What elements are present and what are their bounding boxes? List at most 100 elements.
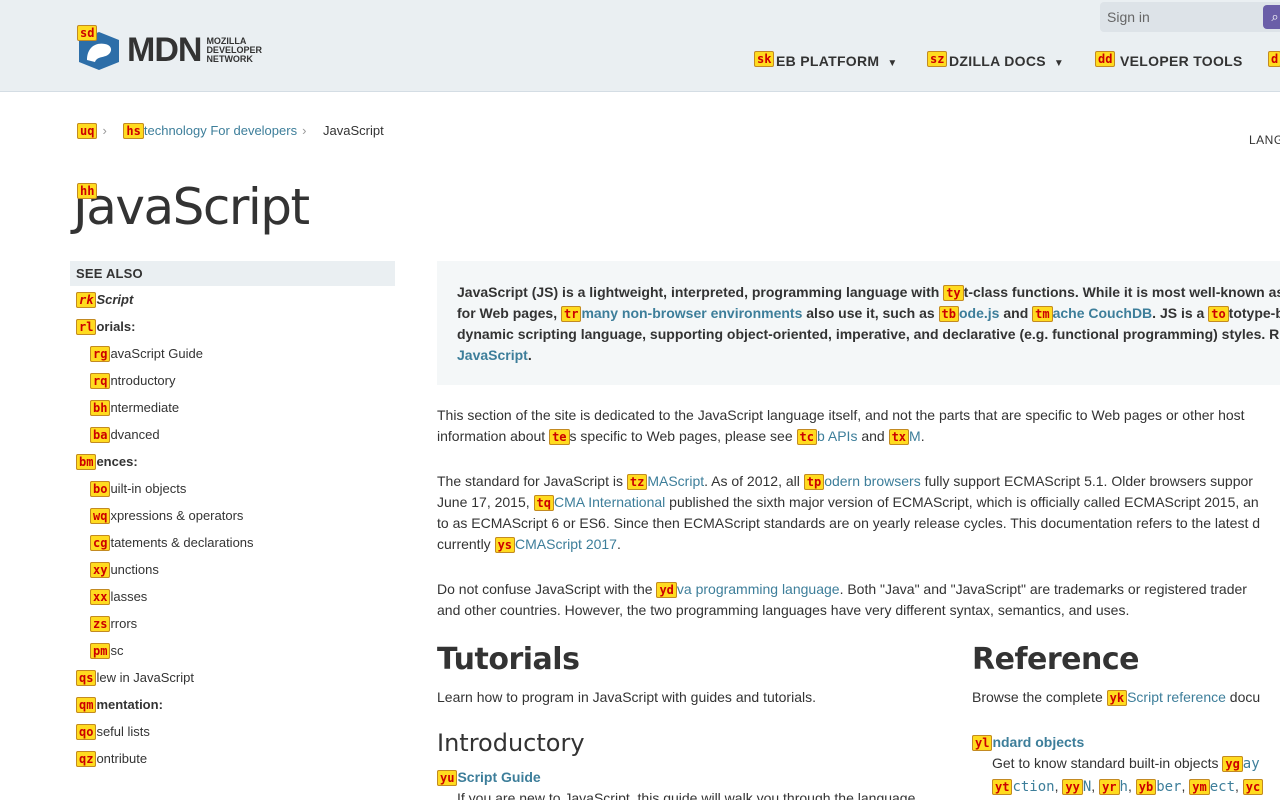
link-hint: rl xyxy=(76,319,97,335)
sidebar-item[interactable]: wq xpressions & operators xyxy=(76,502,395,529)
sidebar-item[interactable]: rk Script xyxy=(76,286,395,313)
link-hint[interactable]: ty xyxy=(943,285,964,301)
sidebar-item[interactable]: rg avaScript Guide xyxy=(76,340,395,367)
sidebar-item[interactable]: bh ntermediate xyxy=(76,394,395,421)
link-javascript-guide[interactable]: Script Guide xyxy=(457,769,540,785)
introductory-heading: Introductory xyxy=(437,729,585,757)
link-hint: qm xyxy=(76,697,97,713)
language-selector[interactable]: LANG xyxy=(1249,133,1280,147)
link-hint: bm xyxy=(76,454,97,470)
link-hint: ys xyxy=(494,537,516,553)
sidebar-item-label: uilt-in objects xyxy=(110,481,187,496)
sidebar-item[interactable]: cg tatements & declarations xyxy=(76,529,395,556)
link-standard-objects[interactable]: ndard objects xyxy=(992,734,1084,750)
reference-object-link[interactable]: h xyxy=(1120,779,1128,795)
nav-mozilla-docs[interactable]: DZILLA DOCS ▼ xyxy=(949,53,1064,69)
sidebar-item-label: ntermediate xyxy=(110,400,180,415)
sidebar-item-label: dvanced xyxy=(110,427,160,442)
link-hint: dd xyxy=(1095,51,1116,67)
link-hint: yu xyxy=(437,770,458,786)
sidebar-item-label: xpressions & operators xyxy=(110,508,244,523)
link-hint: zs xyxy=(90,616,111,632)
reference-heading: Reference xyxy=(972,642,1139,677)
reference-description: Browse the complete yk Script reference d… xyxy=(972,689,1261,706)
sidebar-item-label: rrors xyxy=(110,616,138,631)
link-hint: to xyxy=(1208,306,1229,322)
link-non-browser[interactable]: many non-browser environments xyxy=(581,305,802,321)
link-ecma-international[interactable]: CMA International xyxy=(554,494,665,510)
link-hint: hs xyxy=(123,123,144,139)
intro-paragraph: This section of the site is dedicated to… xyxy=(437,407,1245,445)
sidebar-item-label: lasses xyxy=(110,589,148,604)
link-hint: pm xyxy=(90,643,111,659)
link-hint: sz xyxy=(927,51,948,67)
link-web-apis[interactable]: b APIs xyxy=(817,428,857,444)
link-ecmascript-2017[interactable]: CMAScript 2017 xyxy=(515,536,617,552)
link-modern-browsers[interactable]: odern browsers xyxy=(824,473,921,489)
guide-link-row: yu Script Guide xyxy=(437,767,541,788)
reference-object-link[interactable]: ect xyxy=(1210,779,1235,795)
sidebar-item-label: sc xyxy=(110,643,124,658)
sidebar-list: rk Script rl orials: rg avaScript Guide rq ntro… xyxy=(70,286,395,772)
sidebar-item[interactable]: qz ontribute xyxy=(76,745,395,772)
link-nodejs[interactable]: ode.js xyxy=(959,305,999,321)
sidebar-item[interactable]: rq ntroductory xyxy=(76,367,395,394)
sidebar-item[interactable]: qo seful lists xyxy=(76,718,395,745)
link-dom[interactable]: M xyxy=(909,428,921,444)
breadcrumb-link[interactable]: technology For developers xyxy=(144,123,297,138)
link-hint[interactable]: uq xyxy=(77,123,98,139)
link-hint: yg xyxy=(1222,756,1243,772)
search-icon[interactable]: ⌕ xyxy=(1263,5,1280,29)
nav-developer-tools[interactable]: VELOPER TOOLS xyxy=(1120,53,1243,69)
reference-object-link[interactable]: ber xyxy=(1156,779,1181,795)
link-hint: qz xyxy=(76,751,97,767)
link-hint: ym xyxy=(1189,779,1210,795)
link-ecmascript[interactable]: MAScript xyxy=(647,473,704,489)
search-input[interactable]: Sign in xyxy=(1100,2,1280,32)
sidebar-item[interactable]: bo uilt-in objects xyxy=(76,475,395,502)
sidebar-item[interactable]: xx lasses xyxy=(76,583,395,610)
link-hint: yt xyxy=(992,779,1013,795)
link-hint: wq xyxy=(90,508,111,524)
link-hint: d xyxy=(1268,51,1280,67)
sidebar-item-label: mentation: xyxy=(96,697,163,712)
link-hint: tq xyxy=(533,495,554,511)
link-hint: yb xyxy=(1135,779,1157,795)
sidebar-item[interactable]: rl orials: xyxy=(76,313,395,340)
link-hint: qo xyxy=(76,724,97,740)
sidebar-item[interactable]: xy unctions xyxy=(76,556,395,583)
sidebar-item[interactable]: zs rrors xyxy=(76,610,395,637)
sidebar-item[interactable]: pm sc xyxy=(76,637,395,664)
reference-object-link[interactable]: N xyxy=(1083,779,1091,795)
sidebar-item[interactable]: qm mentation: xyxy=(76,691,395,718)
link-hint: tb xyxy=(938,306,959,322)
mdn-logo[interactable]: MDN MOZILLA DEVELOPER NETWORK xyxy=(77,30,262,70)
link-hint: tc xyxy=(796,429,817,445)
link-javascript[interactable]: JavaScript xyxy=(457,347,528,363)
sidebar-item[interactable]: qs lew in JavaScript xyxy=(76,664,395,691)
link-hint: rk xyxy=(76,292,97,308)
sidebar-item[interactable]: bm ences: xyxy=(76,448,395,475)
link-hint: tz xyxy=(626,474,648,490)
link-hint: bh xyxy=(90,400,111,416)
nav-web-platform[interactable]: EB PLATFORM ▼ xyxy=(776,53,898,69)
link-hint: qs xyxy=(76,670,97,686)
link-hint: rq xyxy=(90,373,111,389)
sidebar-item-label: unctions xyxy=(110,562,159,577)
link-java[interactable]: va programming language xyxy=(677,581,840,597)
link-array[interactable]: ay xyxy=(1243,756,1260,772)
link-hint: hh xyxy=(77,183,98,199)
link-hint[interactable]: te xyxy=(549,429,570,445)
logo-wordmark: MDN xyxy=(127,30,202,69)
search-placeholder: Sign in xyxy=(1107,9,1150,25)
link-hint: tm xyxy=(1032,306,1053,322)
standard-paragraph: The standard for JavaScript is tz MAScrip… xyxy=(437,473,1261,553)
link-hint: ba xyxy=(90,427,111,443)
link-couchdb[interactable]: ache CouchDB xyxy=(1053,305,1153,321)
reference-object-link[interactable]: ction xyxy=(1012,779,1054,795)
link-hint: tr xyxy=(560,306,582,322)
link-hint: rg xyxy=(90,346,111,362)
sidebar-item-label: ntroductory xyxy=(110,373,176,388)
sidebar-item[interactable]: ba dvanced xyxy=(76,421,395,448)
link-js-reference[interactable]: Script reference xyxy=(1127,689,1226,705)
